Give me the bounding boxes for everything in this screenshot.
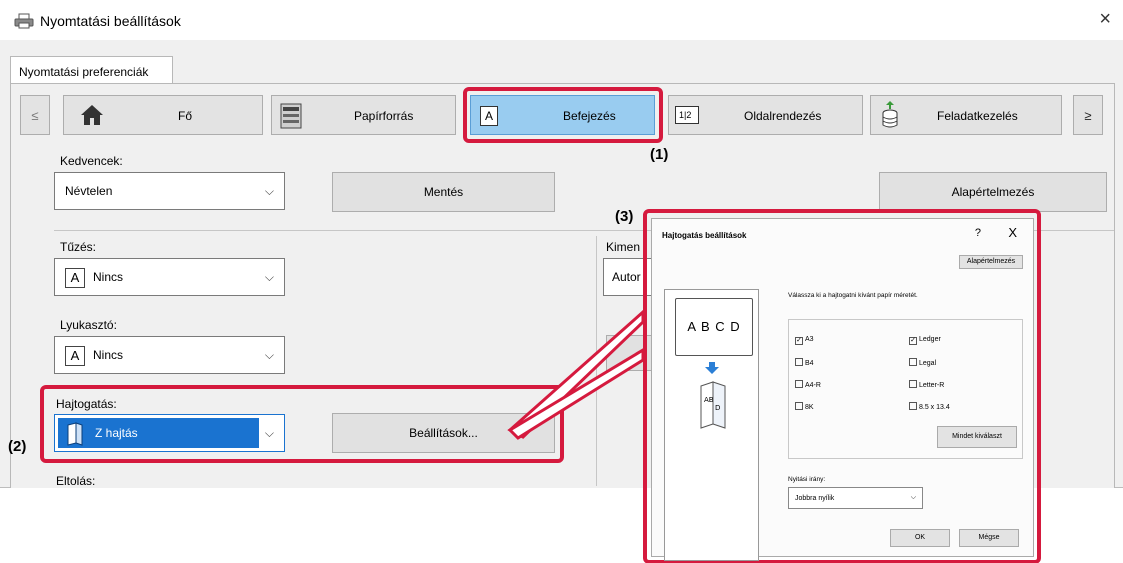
checkbox-label: A3 [805,336,814,343]
checkbox-icon [909,358,917,366]
arrow-down-icon [705,362,719,374]
fold-settings-dialog: Hajtogatás beállítások ? X Alapértelmezé… [651,218,1034,561]
checkbox-checked-icon: ✓ [909,337,917,345]
help-icon[interactable]: ? [975,227,981,239]
checkbox-icon [909,402,917,410]
direction-dropdown[interactable]: Jobbra nyílik ⌵ [788,487,923,509]
z-fold-preview-icon: AB D [700,381,726,429]
checkbox-a3[interactable]: ✓ A3 [795,336,814,345]
checkbox-a4-r[interactable]: A4-R [795,380,821,389]
checkbox-label: A4-R [805,382,821,389]
checkbox-label: Letter-R [919,382,945,389]
dialog-title: Hajtogatás beállítások [662,231,747,240]
checkbox-icon [795,402,803,410]
checkbox-label: 8K [805,404,814,411]
svg-text:D: D [715,404,720,412]
dialog-defaults-button[interactable]: Alapértelmezés [959,255,1023,269]
ok-button[interactable]: OK [890,529,950,547]
checkbox-8-5x13-4[interactable]: 8.5 x 13.4 [909,402,950,411]
checkbox-icon [909,380,917,388]
dialog-close-icon[interactable]: X [1008,225,1017,240]
checkbox-letter-r[interactable]: Letter-R [909,380,944,389]
checkbox-legal[interactable]: Legal [909,358,936,367]
checkbox-label: B4 [805,360,814,367]
direction-label: Nyitási irány: [788,476,826,483]
checkbox-ledger[interactable]: ✓ Ledger [909,336,941,345]
checkbox-label: Legal [919,360,937,367]
direction-value: Jobbra nyílik [795,495,835,502]
preview-sheet: A B C D [675,298,753,356]
checkbox-label: 8.5 x 13.4 [919,404,950,411]
fold-preview-panel: A B C D AB D [664,289,759,561]
checkbox-label: Ledger [919,336,941,343]
checkbox-icon [795,358,803,366]
checkbox-b4[interactable]: B4 [795,358,814,367]
checkbox-8k[interactable]: 8K [795,402,814,411]
cancel-button[interactable]: Mégse [959,529,1019,547]
svg-text:AB: AB [704,396,714,404]
checkbox-icon [795,380,803,388]
chevron-down-icon: ⌵ [910,494,916,501]
dialog-instruction: Válassza ki a hajtogatni kívánt papír mé… [788,292,918,299]
paper-size-group: ✓ A3 B4 A4-R 8K ✓ Ledger Legal Letter-R 8.… [788,319,1023,459]
checkbox-checked-icon: ✓ [795,337,803,345]
select-all-button[interactable]: Mindet kiválaszt [937,426,1017,448]
